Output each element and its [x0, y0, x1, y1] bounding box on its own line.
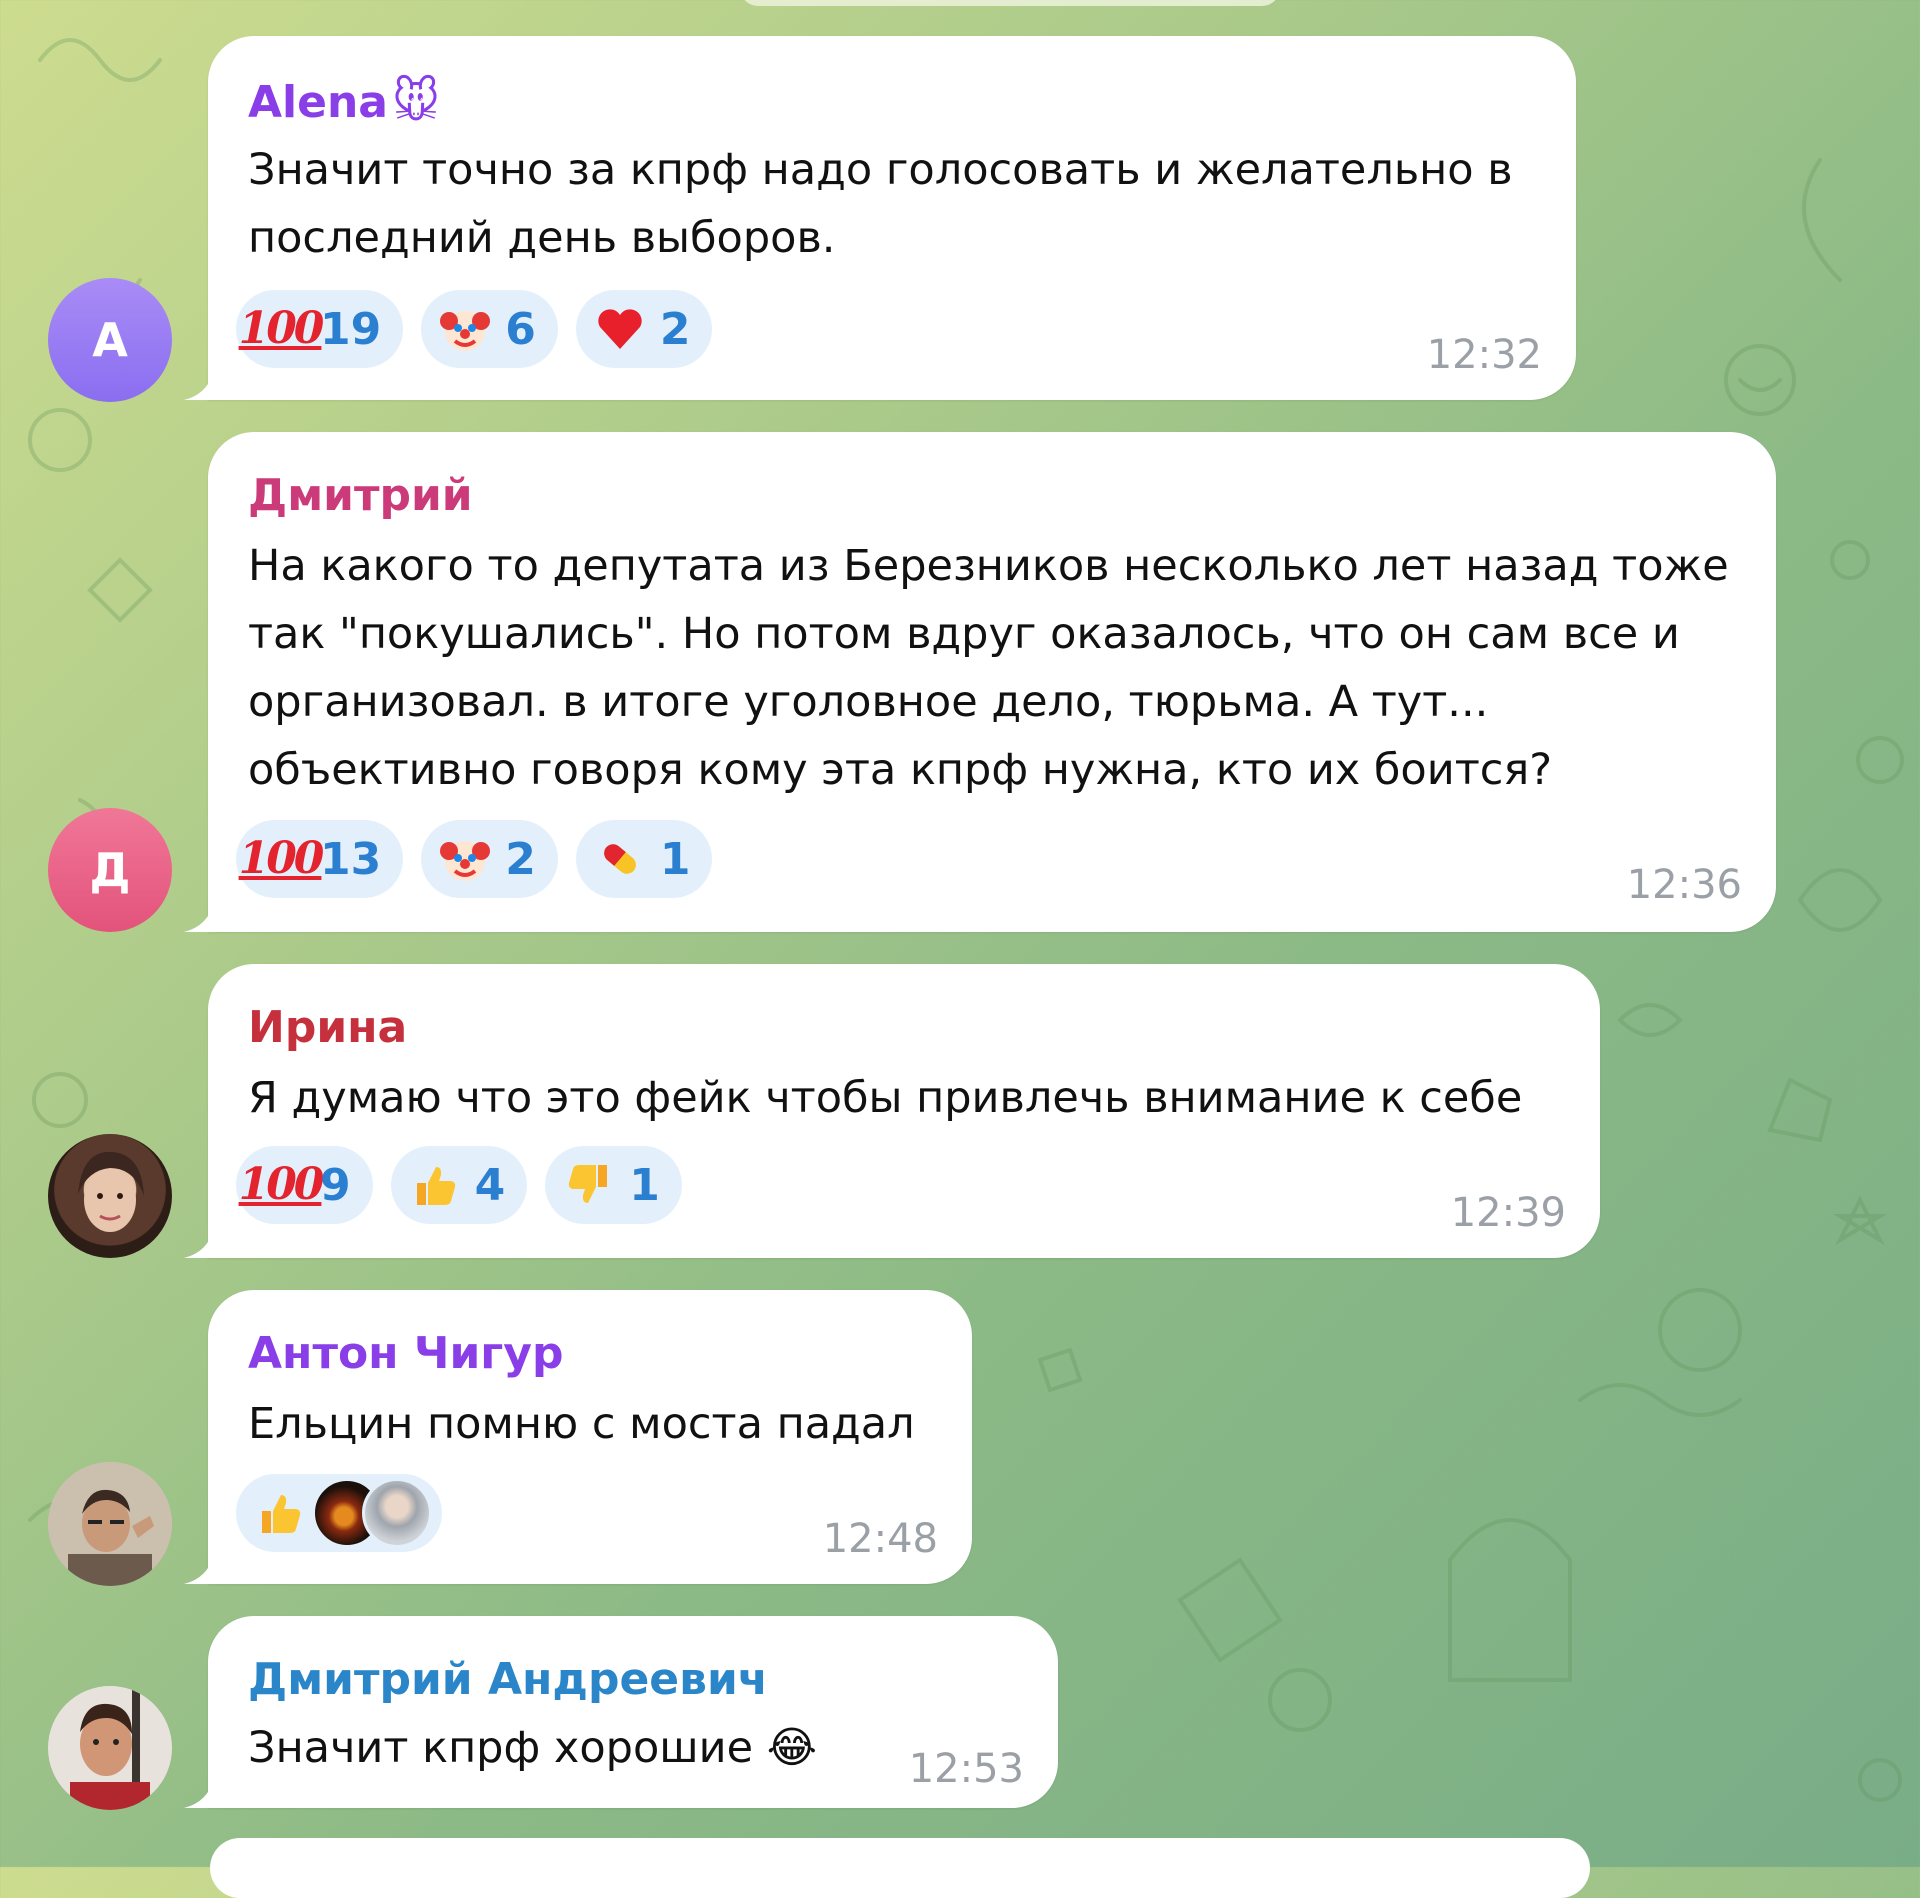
avatar-letter: Д — [89, 843, 131, 897]
next-message-edge — [210, 1838, 1590, 1898]
avatar[interactable] — [48, 1686, 172, 1810]
user-photo-avatar — [48, 1686, 172, 1810]
message-time: 12:32 — [1426, 332, 1542, 378]
message-text: На какого то депутата из Березников неск… — [248, 532, 1729, 804]
avatar-letter: A — [92, 313, 128, 367]
message-line: так "покушались". Но потом вдруг оказало… — [248, 609, 1680, 659]
author-name: Alena — [248, 77, 388, 128]
avatar[interactable] — [48, 1462, 172, 1586]
hundred-points-icon: 100 — [238, 303, 325, 354]
message-line: организовал. в итоге уголовное дело, тюр… — [248, 677, 1489, 727]
mouse-face-icon: 🐭 — [392, 74, 440, 128]
reaction-count: 1 — [629, 1159, 660, 1211]
reactions-bar: 100 19 6 2 — [236, 290, 713, 368]
message-bubble[interactable]: Ирина Я думаю что это фейк чтобы привлеч… — [184, 964, 1600, 1258]
message-line: Ельцин помню с моста падал — [248, 1399, 915, 1449]
reaction-heart[interactable]: 2 — [575, 290, 713, 368]
message-author[interactable]: Дмитрий — [248, 470, 473, 521]
message-line: Значит точно за кпрф надо голосовать и ж… — [248, 145, 1513, 195]
reaction-clown[interactable]: 6 — [421, 290, 558, 368]
thumbs-down-icon — [563, 1159, 615, 1211]
bubble-tail — [184, 902, 214, 932]
reaction-count: 4 — [474, 1159, 506, 1211]
clown-face-icon — [439, 833, 491, 885]
reaction-count: 13 — [320, 833, 382, 885]
reactions-bar: 100 9 4 1 — [236, 1146, 682, 1224]
bubble-tail — [184, 1554, 214, 1584]
reaction-pill[interactable]: 1 — [575, 820, 713, 898]
message-text: Значит точно за кпрф надо голосовать и ж… — [248, 136, 1513, 272]
message-author[interactable]: Ирина — [248, 1002, 407, 1053]
pill-icon — [594, 833, 646, 885]
clown-face-icon — [439, 303, 491, 355]
reaction-count: 19 — [320, 303, 382, 355]
bubble-tail — [184, 1228, 214, 1258]
message-bubble[interactable]: Дмитрий На какого то депутата из Березни… — [184, 432, 1776, 932]
reaction-thumbs-up[interactable] — [236, 1474, 442, 1552]
previous-message-edge — [740, 0, 1280, 6]
reaction-hundred-points[interactable]: 100 19 — [236, 290, 404, 368]
reaction-count: 2 — [659, 303, 691, 355]
hundred-points-icon: 100 — [238, 833, 325, 884]
message-author[interactable]: Дмитрий Андреевич — [248, 1654, 768, 1705]
message-time: 12:39 — [1450, 1190, 1566, 1236]
reactor-avatar — [362, 1478, 432, 1548]
avatar[interactable]: A — [48, 278, 172, 402]
user-photo-avatar — [78, 1151, 144, 1232]
message-line: объективно говоря кому эта кпрф нужна, к… — [248, 745, 1553, 795]
reaction-clown[interactable]: 2 — [421, 820, 558, 898]
reaction-hundred-points[interactable]: 100 9 — [236, 1146, 373, 1224]
red-heart-icon — [594, 303, 646, 355]
thumbs-up-icon — [254, 1487, 306, 1539]
message-author[interactable]: Alena🐭 — [248, 74, 440, 128]
reaction-thumbs-up[interactable]: 4 — [390, 1146, 528, 1224]
bubble-tail — [184, 370, 214, 400]
message-bubble[interactable]: Дмитрий Андреевич Значит кпрф хорошие 😂 … — [184, 1616, 1058, 1808]
message-line: последний день выборов. — [248, 213, 836, 263]
message-time: 12:48 — [822, 1516, 938, 1562]
message-text: Ельцин помню с моста падал — [248, 1390, 915, 1458]
message-text: Значит кпрф хорошие 😂 — [248, 1714, 817, 1782]
message-time: 12:36 — [1626, 862, 1742, 908]
bubble-tail — [184, 1778, 214, 1808]
user-photo-avatar — [48, 1462, 172, 1586]
message-line: На какого то депутата из Березников неск… — [248, 541, 1729, 591]
message-bubble[interactable]: Антон Чигур Ельцин помню с моста падал 1… — [184, 1290, 972, 1584]
reactions-bar — [236, 1474, 442, 1552]
message-author[interactable]: Антон Чигур — [248, 1328, 563, 1379]
hundred-points-icon: 100 — [238, 1159, 325, 1210]
reaction-hundred-points[interactable]: 100 13 — [236, 820, 404, 898]
message-line: Значит кпрф хорошие 😂 — [248, 1723, 817, 1773]
reactions-bar: 100 13 2 1 — [236, 820, 713, 898]
reaction-count: 9 — [320, 1159, 351, 1211]
message-time: 12:53 — [908, 1746, 1024, 1792]
avatar[interactable] — [48, 1134, 172, 1258]
message-text: Я думаю что это фейк чтобы привлечь вним… — [248, 1064, 1522, 1132]
reaction-thumbs-down[interactable]: 1 — [545, 1146, 682, 1224]
reaction-count: 6 — [505, 303, 536, 355]
reaction-count: 1 — [659, 833, 691, 885]
avatar[interactable]: Д — [48, 808, 172, 932]
message-bubble[interactable]: Alena🐭 Значит точно за кпрф надо голосов… — [184, 36, 1576, 400]
reaction-count: 2 — [505, 833, 536, 885]
thumbs-up-icon — [409, 1159, 461, 1211]
message-line: Я думаю что это фейк чтобы привлечь вним… — [248, 1073, 1523, 1123]
